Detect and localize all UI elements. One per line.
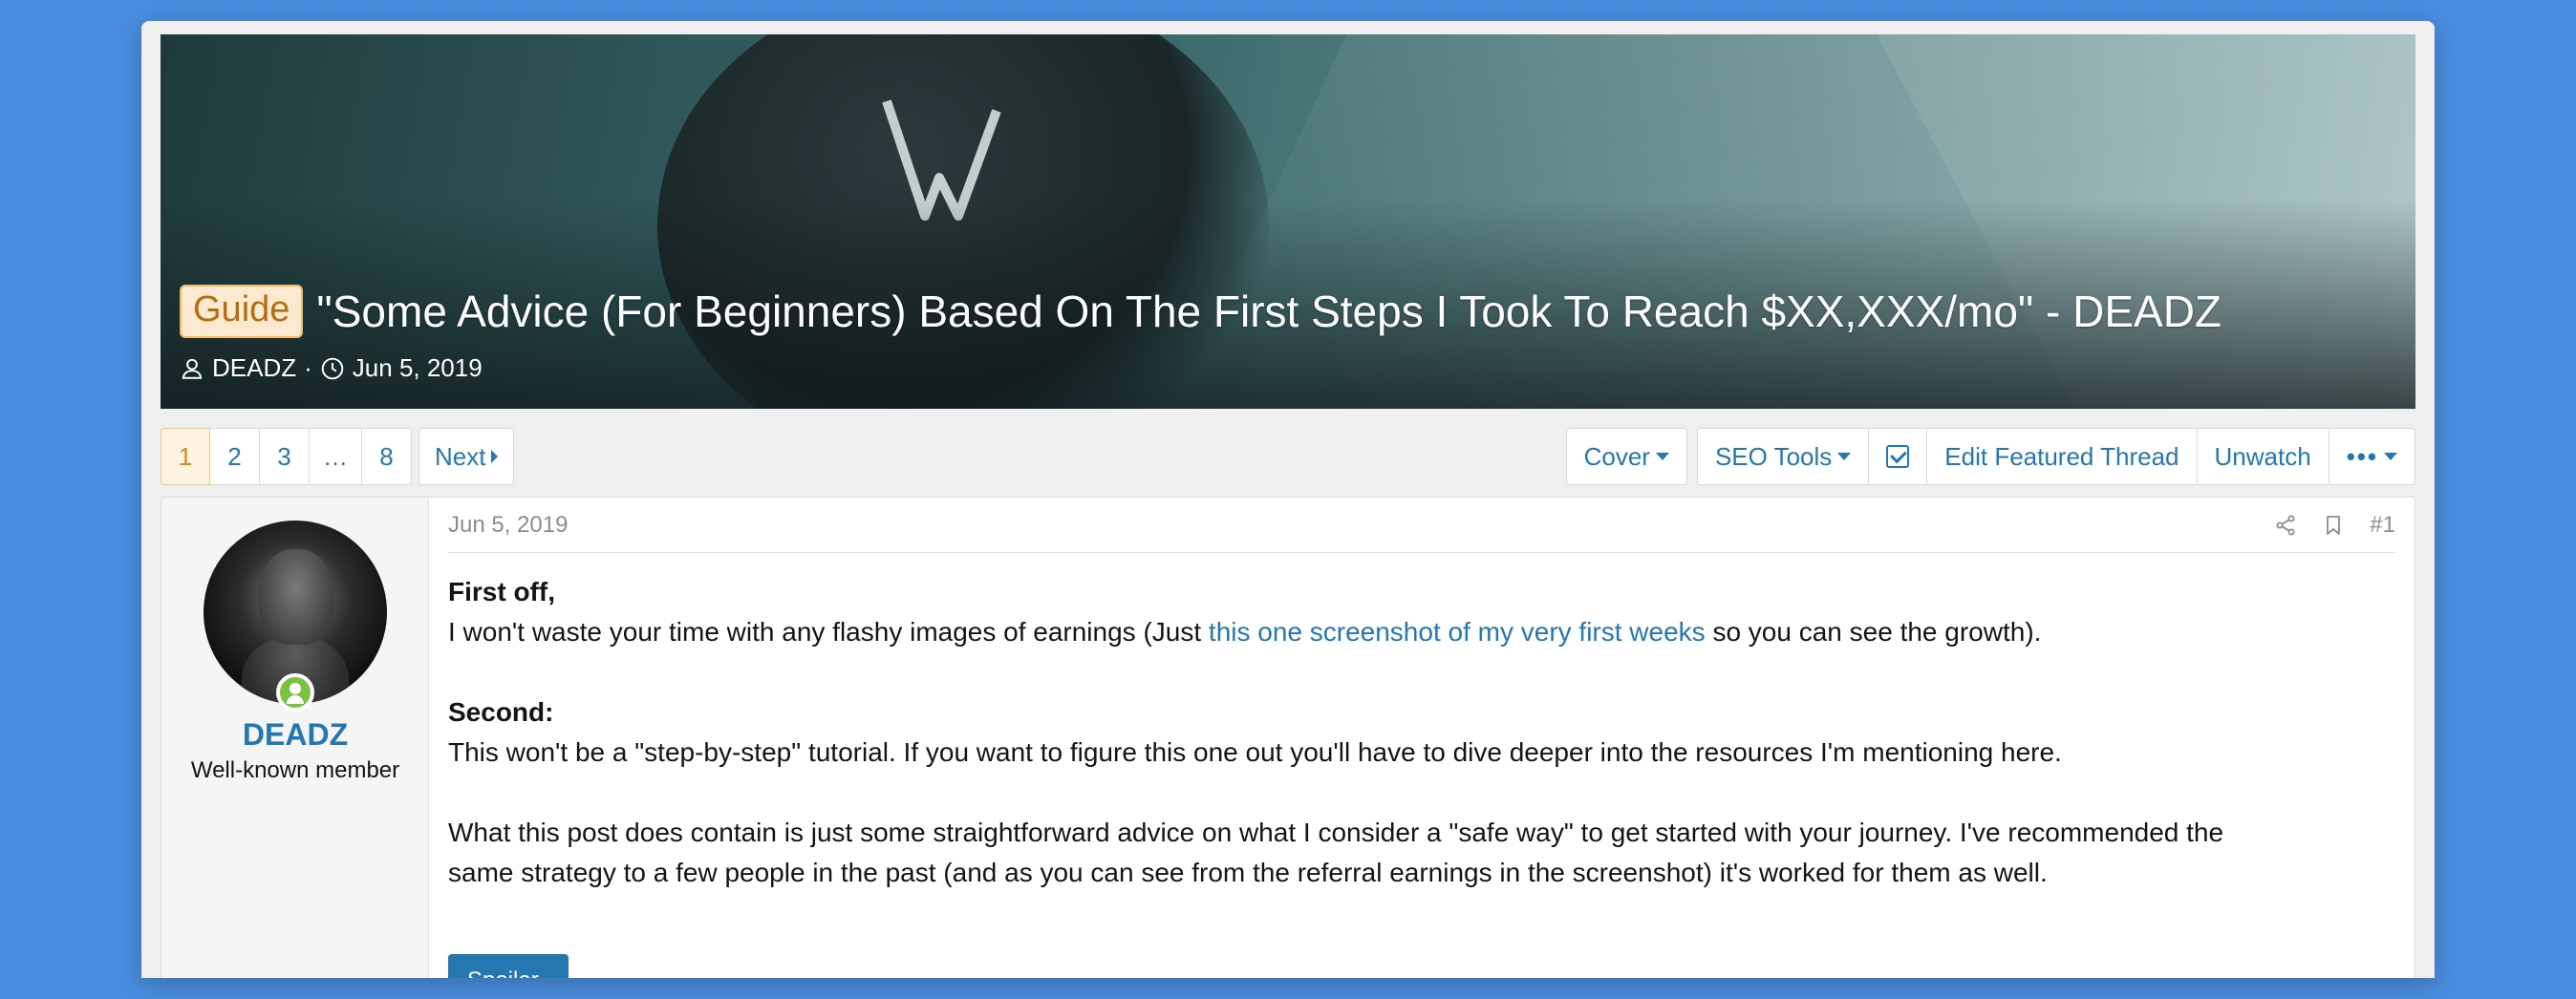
page-1-link[interactable]: 1 [161,428,210,485]
edit-featured-label: Edit Featured Thread [1944,441,2179,471]
page-3-link[interactable]: 3 [260,428,310,485]
caret-down-icon [2384,453,2397,460]
post-header: Jun 5, 2019 #1 [448,498,2395,553]
paragraph-text: same strategy to a few people in the pas… [448,858,2048,887]
post-number[interactable]: #1 [2370,512,2395,539]
clock-icon [321,357,344,379]
online-status-icon [276,673,314,712]
paragraph-heading: Second: [448,697,554,727]
thread-title: "Some Advice (For Beginners) Based On Th… [316,286,2222,336]
user-icon [182,358,203,379]
unwatch-label: Unwatch [2214,441,2311,471]
caret-down-icon [1655,453,1669,460]
thread-banner: Guide "Some Advice (For Beginners) Based… [161,34,2415,409]
paragraph-text: This won't be a "step-by-step" tutorial.… [448,737,2062,767]
select-thread-checkbox[interactable] [1869,428,1928,485]
screenshot-link[interactable]: this one screenshot of my very first wee… [1209,617,1706,647]
caret-down-icon [1837,453,1852,460]
checkbox-icon [1886,445,1910,468]
caret-right-icon [491,450,499,463]
thread-prefix-badge[interactable]: Guide [180,285,304,338]
pagination: 1 2 3 … 8 [161,428,412,485]
thread-title-row: Guide "Some Advice (For Beginners) Based… [180,285,2222,338]
thread-actions: Cover SEO Tools Edit Featured Thread Unw… [1565,428,2415,485]
thread-tools-group: SEO Tools Edit Featured Thread Unwatch •… [1696,428,2415,485]
next-label: Next [435,441,486,471]
bookmark-icon[interactable] [2322,514,2345,537]
browser-window: Guide "Some Advice (For Beginners) Based… [141,21,2435,978]
page-8-link[interactable]: 8 [362,428,412,485]
paragraph-text: I won't waste your time with any flashy … [448,617,1209,647]
edit-featured-thread-button[interactable]: Edit Featured Thread [1927,428,2198,485]
spoiler-button[interactable]: Spoiler [448,954,569,978]
more-options-button[interactable]: ••• [2329,428,2415,485]
post: DEADZ Well-known member Jun 5, 2019 #1 F… [161,497,2415,978]
meta-separator: · [304,353,312,382]
thread-author[interactable]: DEADZ [212,353,296,383]
seo-tools-button[interactable]: SEO Tools [1696,428,1870,485]
share-icon[interactable] [2274,514,2297,537]
post-date[interactable]: Jun 5, 2019 [448,512,568,539]
paragraph-text: so you can see the growth). [1705,617,2042,647]
thread-date[interactable]: Jun 5, 2019 [353,353,483,383]
paragraph: I won't waste your time with any flashy … [448,612,2395,652]
page-jump-ellipsis[interactable]: … [310,428,362,485]
more-icon: ••• [2346,441,2378,471]
paragraph-text: What this post does contain is just some… [448,818,2224,847]
thread-meta: DEADZ · Jun 5, 2019 [180,353,483,383]
user-title: Well-known member [190,757,400,783]
cover-menu-button[interactable]: Cover [1565,428,1687,485]
next-page-button[interactable]: Next [419,428,515,485]
post-main: Jun 5, 2019 #1 First off, I won't waste … [448,498,2395,978]
seo-tools-label: SEO Tools [1714,441,1833,471]
post-user-panel: DEADZ Well-known member [161,498,429,978]
paragraph-heading: First off, [448,577,555,606]
post-body: First off, I won't waste your time with … [448,572,2395,893]
page-2-link[interactable]: 2 [210,428,260,485]
cover-label: Cover [1583,441,1650,471]
unwatch-button[interactable]: Unwatch [2197,428,2329,485]
post-username[interactable]: DEADZ [161,717,429,753]
